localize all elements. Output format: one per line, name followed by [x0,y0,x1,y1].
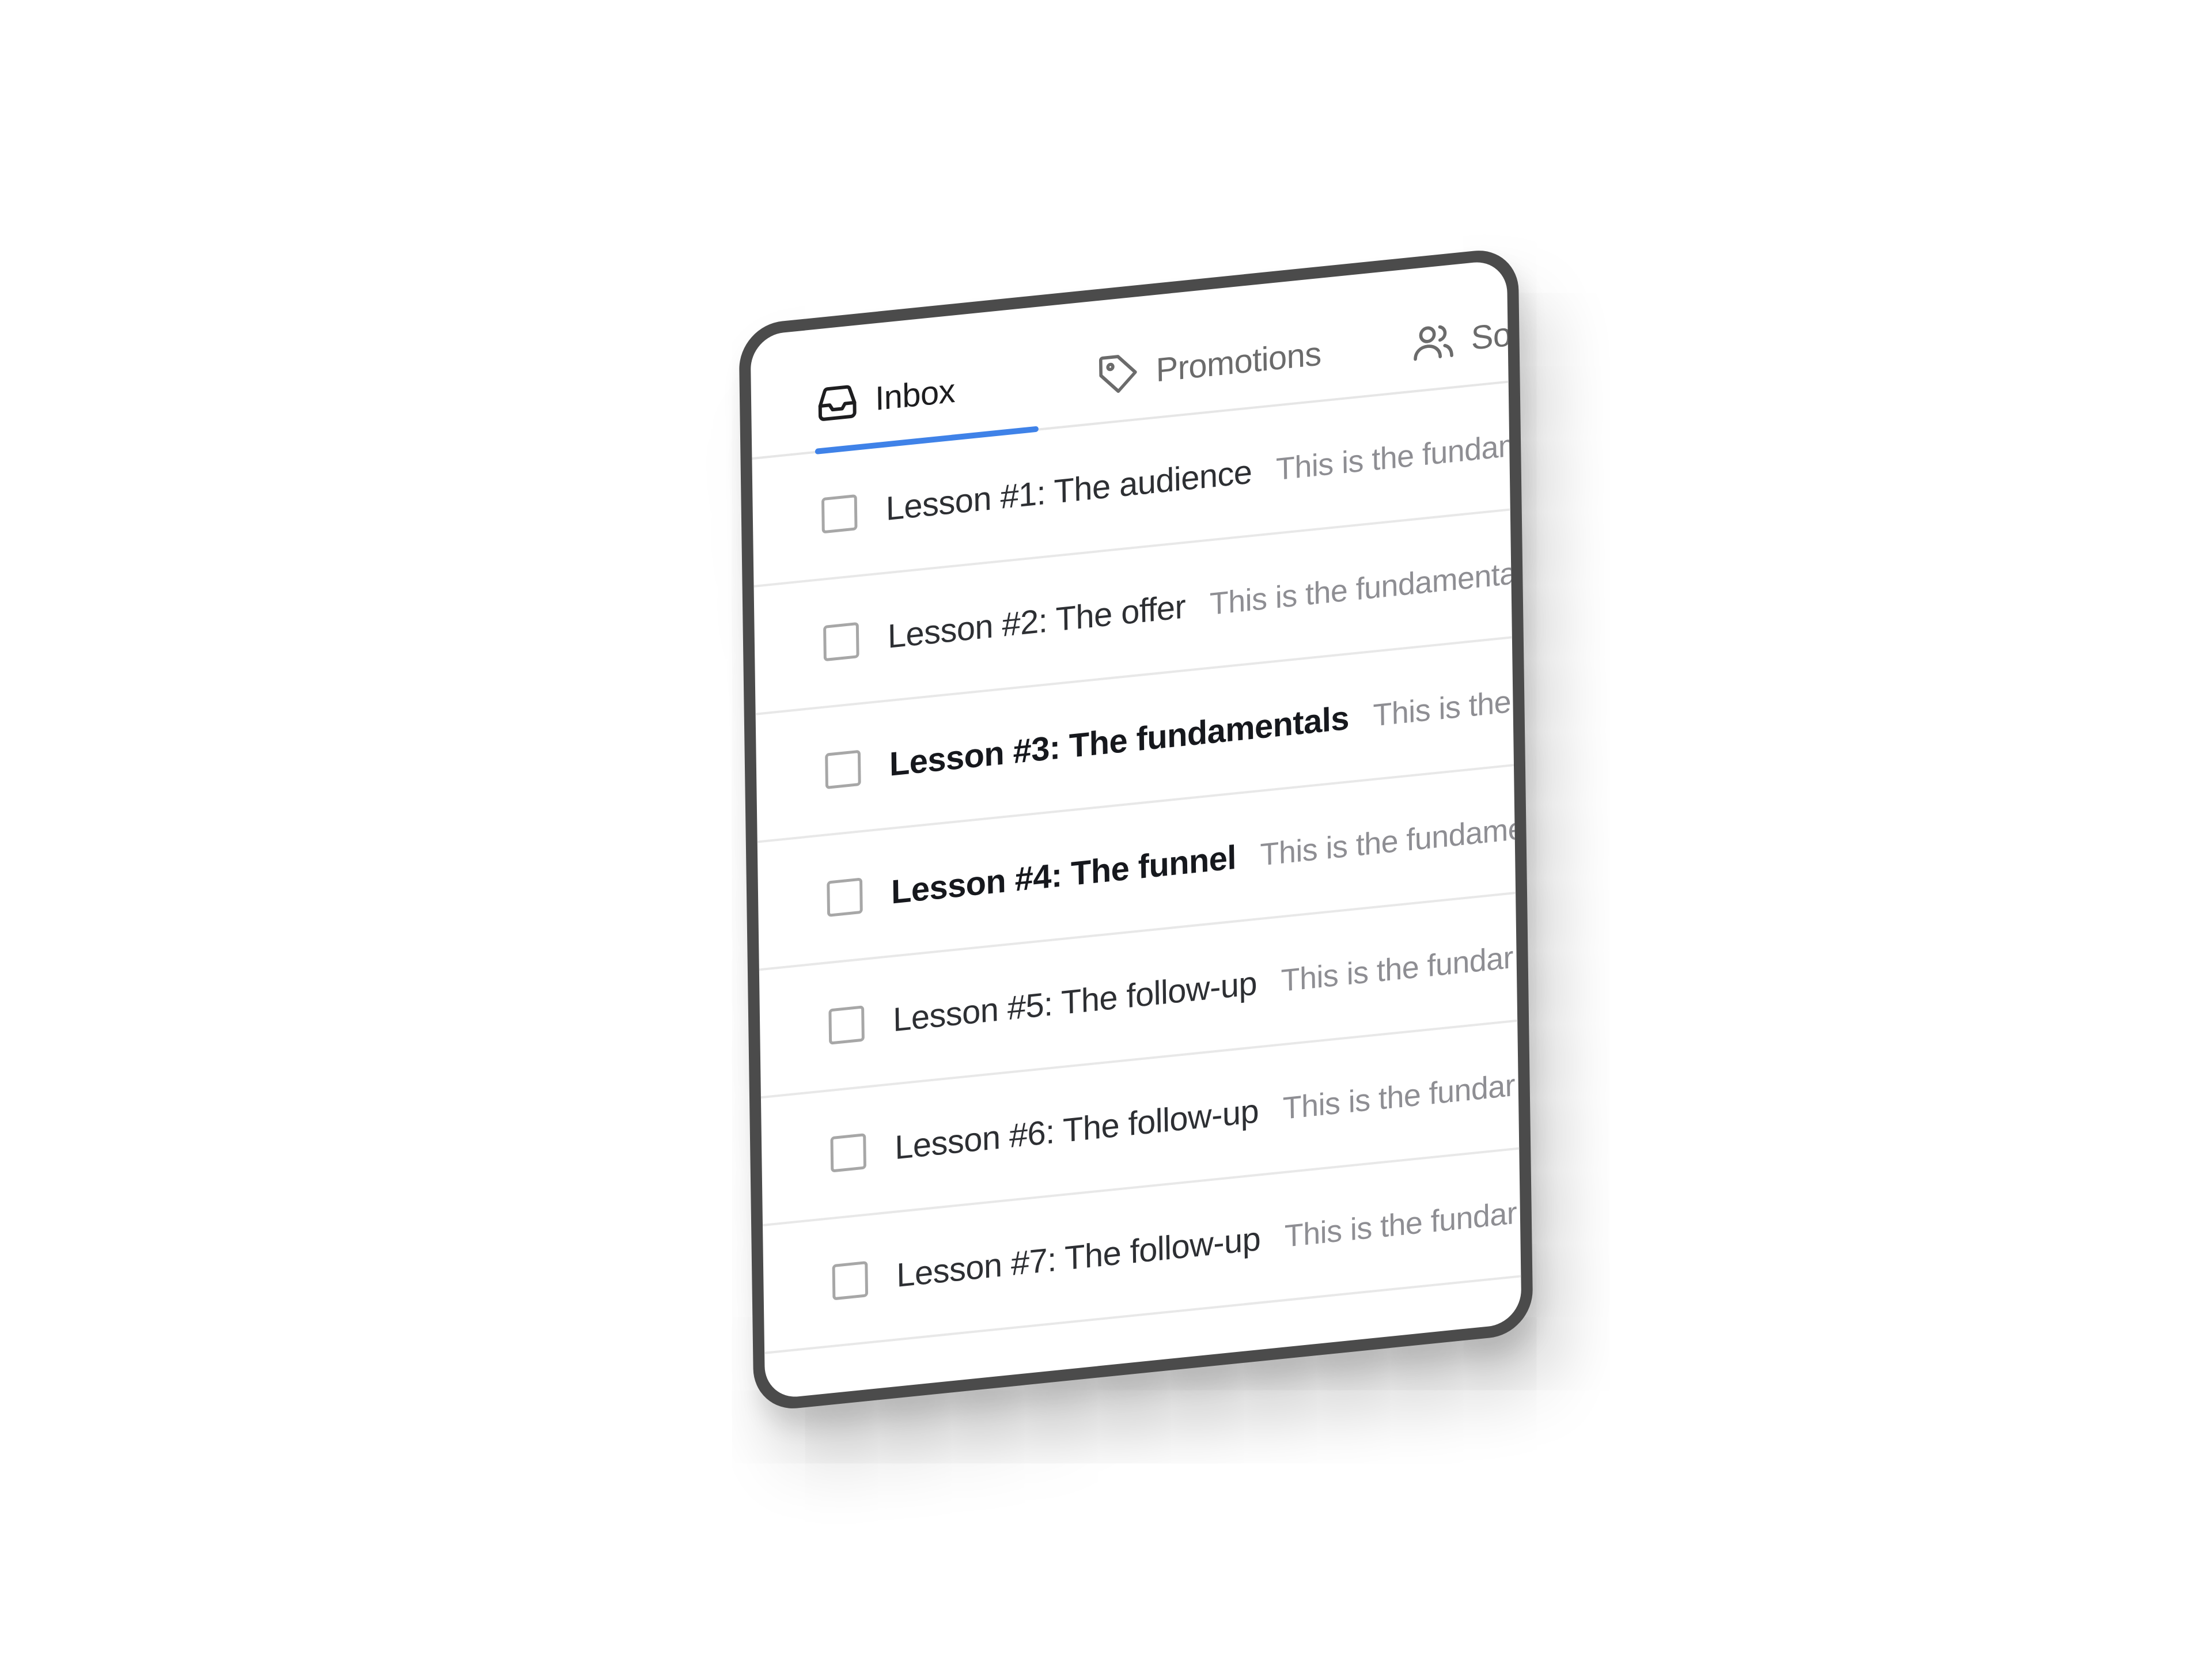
message-subject: Lesson #4: The funnel [891,838,1237,911]
device-frame: Inbox Promotions Soci Lesson #1: The aud… [738,246,1533,1413]
tab-promotions-label: Promotions [1156,334,1322,389]
message-preview: This is the fundar [1281,940,1514,998]
message-preview: This is the fu [1373,680,1522,733]
row-checkbox[interactable] [828,1005,865,1045]
message-preview: This is the fundam [1275,426,1522,487]
message-preview: This is the fundar [1284,1195,1517,1254]
message-preview: This is the fundamenta [1209,555,1517,622]
row-checkbox[interactable] [825,749,861,789]
tab-social-label: Soci [1471,313,1522,357]
tag-icon [1099,355,1137,393]
message-list: Lesson #1: The audience This is the fund… [752,366,1522,1354]
users-icon [1414,325,1453,361]
message-subject: Lesson #1: The audience [885,453,1252,528]
row-checkbox[interactable] [832,1260,869,1300]
scene: Inbox Promotions Soci Lesson #1: The aud… [0,0,2212,1659]
mail-screen: Inbox Promotions Soci Lesson #1: The aud… [750,259,1522,1400]
tab-promotions[interactable]: Promotions [1094,313,1321,416]
message-subject: Lesson #3: The fundamentals [889,699,1350,783]
message-preview: This is the fundamen [1260,809,1522,873]
row-checkbox[interactable] [830,1132,866,1173]
message-subject: Lesson #7: The follow-up [896,1219,1261,1295]
message-preview: This is the fundar [1282,1067,1516,1126]
tab-inbox[interactable]: Inbox [814,350,956,445]
tab-inbox-label: Inbox [874,372,956,418]
row-checkbox[interactable] [827,877,863,917]
row-checkbox[interactable] [821,494,858,533]
message-subject: Lesson #2: The offer [887,588,1186,656]
tab-social[interactable]: Soci [1410,291,1522,384]
message-subject: Lesson #5: The follow-up [892,964,1257,1039]
inbox-icon [818,385,857,421]
message-subject: Lesson #6: The follow-up [894,1092,1259,1167]
row-checkbox[interactable] [823,622,859,661]
